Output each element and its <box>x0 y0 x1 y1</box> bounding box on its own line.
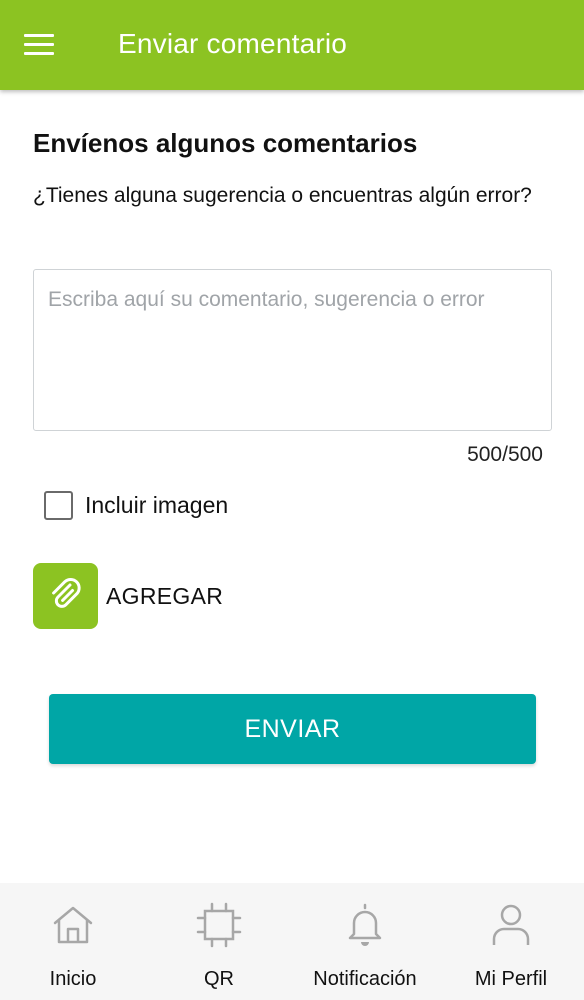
home-icon <box>48 900 98 950</box>
user-icon <box>486 900 536 950</box>
nav-label-mi-perfil: Mi Perfil <box>474 968 548 990</box>
nav-item-mi-perfil[interactable]: Mi Perfil <box>438 883 584 1000</box>
add-attachment-button[interactable]: AGREGAR <box>33 563 223 629</box>
page-title: Enviar comentario <box>118 28 348 59</box>
nav-item-inicio[interactable]: Inicio <box>0 883 146 1000</box>
form-heading: Envíenos algunos comentarios <box>33 128 418 158</box>
feedback-screen: Enviar comentario Envíenos algunos comen… <box>0 0 584 1000</box>
hamburger-menu-icon[interactable] <box>24 34 54 56</box>
comment-field-container <box>33 269 552 431</box>
include-image-checkbox-row[interactable]: Incluir imagen <box>44 490 228 520</box>
nav-label-notificacion: Notificación <box>313 968 417 990</box>
include-image-checkbox[interactable] <box>44 490 73 520</box>
character-counter: 500/500 <box>467 443 543 466</box>
paperclip-icon[interactable] <box>33 563 98 629</box>
app-bar: Enviar comentario <box>0 0 584 90</box>
nav-label-inicio: Inicio <box>49 968 97 990</box>
nav-item-qr[interactable]: QR <box>146 883 292 1000</box>
bottom-navigation: Inicio QR Notificación Mi Perfil <box>0 883 584 1000</box>
include-image-label: Incluir imagen <box>85 491 229 518</box>
bell-icon <box>340 900 390 950</box>
qr-scan-icon <box>194 900 244 950</box>
send-button-label: ENVIAR <box>244 714 341 743</box>
add-attachment-label: AGREGAR <box>106 582 224 609</box>
form-subtitle: ¿Tienes alguna sugerencia o encuentras a… <box>33 184 532 207</box>
nav-item-notificacion[interactable]: Notificación <box>292 883 438 1000</box>
send-button[interactable]: ENVIAR <box>49 694 536 764</box>
nav-label-qr: QR <box>204 968 234 990</box>
comment-input[interactable] <box>34 270 551 430</box>
